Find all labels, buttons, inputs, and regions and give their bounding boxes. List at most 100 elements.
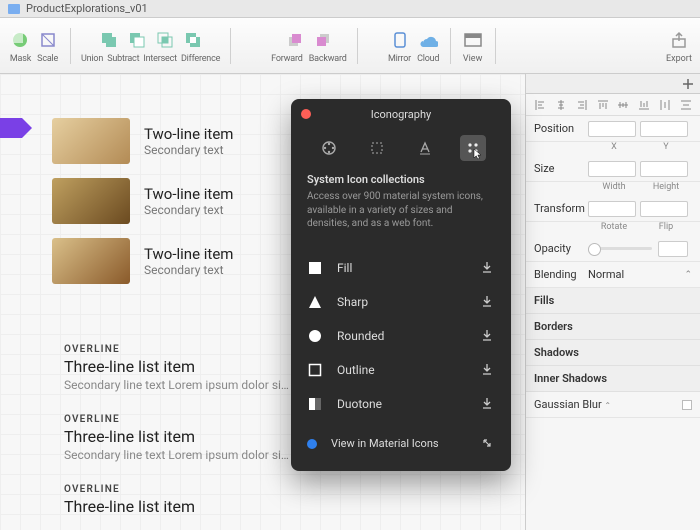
toolbar-label: Mask Scale [10,54,58,64]
download-icon[interactable] [481,295,495,309]
download-icon[interactable] [481,329,495,343]
document-title: ProductExplorations_v01 [26,2,148,15]
y-sublabel: Y [640,142,692,152]
difference-label: Difference [181,54,220,64]
blending-label: Blending [534,268,588,281]
icon-set-name: Fill [337,261,481,275]
flip-field[interactable] [640,201,688,217]
intersect-button[interactable] [153,28,177,52]
scale-button[interactable] [36,28,60,52]
mirror-button[interactable] [388,28,412,52]
gaussian-label: Gaussian Blur ⌃ [534,398,682,411]
size-label: Size [534,162,588,175]
align-top-icon[interactable] [597,99,609,111]
list-item[interactable]: Two-line item Secondary text [52,238,233,284]
align-bottom-icon[interactable] [638,99,650,111]
x-field[interactable] [588,121,636,137]
item-subtitle: Secondary line text Lorem ipsum dolor si… [64,448,324,462]
rotate-sublabel: Rotate [588,222,640,232]
overline: OVERLINE [64,414,324,425]
cloud-button[interactable] [416,28,440,52]
separator [495,28,496,64]
rotate-field[interactable] [588,201,636,217]
list-item[interactable]: Two-line item Secondary text [52,118,233,164]
union-button[interactable] [97,28,121,52]
view-label: View [463,54,482,64]
distribute-h-icon[interactable] [659,99,671,111]
align-left-icon[interactable] [534,99,546,111]
mask-button[interactable] [8,28,32,52]
align-bar [526,94,700,116]
add-panel-button[interactable] [526,74,700,94]
download-icon[interactable] [481,397,495,411]
y-field[interactable] [640,121,688,137]
width-field[interactable] [588,161,636,177]
borders-section[interactable]: Borders [526,314,700,340]
forward-label: Forward [271,54,302,64]
export-button[interactable] [667,28,691,52]
item-subtitle: Secondary text [144,203,233,217]
shadows-section[interactable]: Shadows [526,340,700,366]
separator [70,28,71,64]
icon-set-outline[interactable]: Outline [291,353,511,387]
list-item[interactable]: Two-line item Secondary text [52,178,233,224]
align-right-icon[interactable] [576,99,588,111]
height-sublabel: Height [640,182,692,192]
flip-sublabel: Flip [640,222,692,232]
align-center-v-icon[interactable] [617,99,629,111]
tab-color[interactable] [316,135,342,161]
distribute-v-icon[interactable] [680,99,692,111]
overline: OVERLINE [64,484,324,495]
tab-shape[interactable] [364,135,390,161]
download-icon[interactable] [481,363,495,377]
scale-label: Scale [37,54,58,64]
link-label: View in Material Icons [331,437,481,450]
icon-set-name: Rounded [337,329,481,343]
opacity-slider[interactable] [588,247,652,250]
three-line-list: OVERLINE Three-line list item Secondary … [64,344,324,530]
backward-label: Backward [309,54,347,64]
iconography-panel[interactable]: Iconography System Icon collections Acce… [291,99,511,471]
outline-icon [307,362,323,378]
titlebar: ProductExplorations_v01 [0,0,700,18]
download-icon[interactable] [481,261,495,275]
icon-set-fill[interactable]: Fill [291,251,511,285]
fill-icon [307,260,323,276]
intersect-label: Intersect [143,54,176,64]
icon-set-name: Outline [337,363,481,377]
height-field[interactable] [640,161,688,177]
tab-typography[interactable] [412,135,438,161]
view-button[interactable] [461,28,485,52]
item-title: Three-line list item [64,427,324,446]
gaussian-checkbox[interactable] [682,400,692,410]
toolbar-label: Mirror Cloud [388,54,439,64]
list-item[interactable]: OVERLINE Three-line list item Secondary … [64,344,324,392]
union-label: Union [81,54,103,64]
difference-button[interactable] [181,28,205,52]
icon-set-sharp[interactable]: Sharp [291,285,511,319]
align-center-h-icon[interactable] [555,99,567,111]
blending-select[interactable]: Normal⌃ [588,268,692,281]
list-item[interactable]: OVERLINE Three-line list item [64,484,324,516]
view-material-icons-link[interactable]: View in Material Icons [291,427,511,461]
item-title: Two-line item [144,245,233,263]
panel-header[interactable]: Iconography [291,99,511,129]
mirror-label: Mirror [388,54,411,64]
tab-iconography[interactable] [460,135,486,161]
fills-section[interactable]: Fills [526,288,700,314]
external-link-icon [481,437,495,451]
opacity-field[interactable] [658,241,688,257]
icon-set-duotone[interactable]: Duotone [291,387,511,421]
panel-description: Access over 900 material system icons, a… [307,190,495,231]
mask-label: Mask [10,54,31,64]
list-item[interactable]: OVERLINE Three-line list item Secondary … [64,414,324,462]
duotone-icon [307,396,323,412]
icon-set-rounded[interactable]: Rounded [291,319,511,353]
separator [230,28,231,64]
forward-button[interactable] [283,28,307,52]
item-subtitle: Secondary line text Lorem ipsum dolor si… [64,378,324,392]
backward-button[interactable] [311,28,335,52]
subtract-button[interactable] [125,28,149,52]
panel-tabs [291,129,511,167]
inner-shadows-section[interactable]: Inner Shadows [526,366,700,392]
